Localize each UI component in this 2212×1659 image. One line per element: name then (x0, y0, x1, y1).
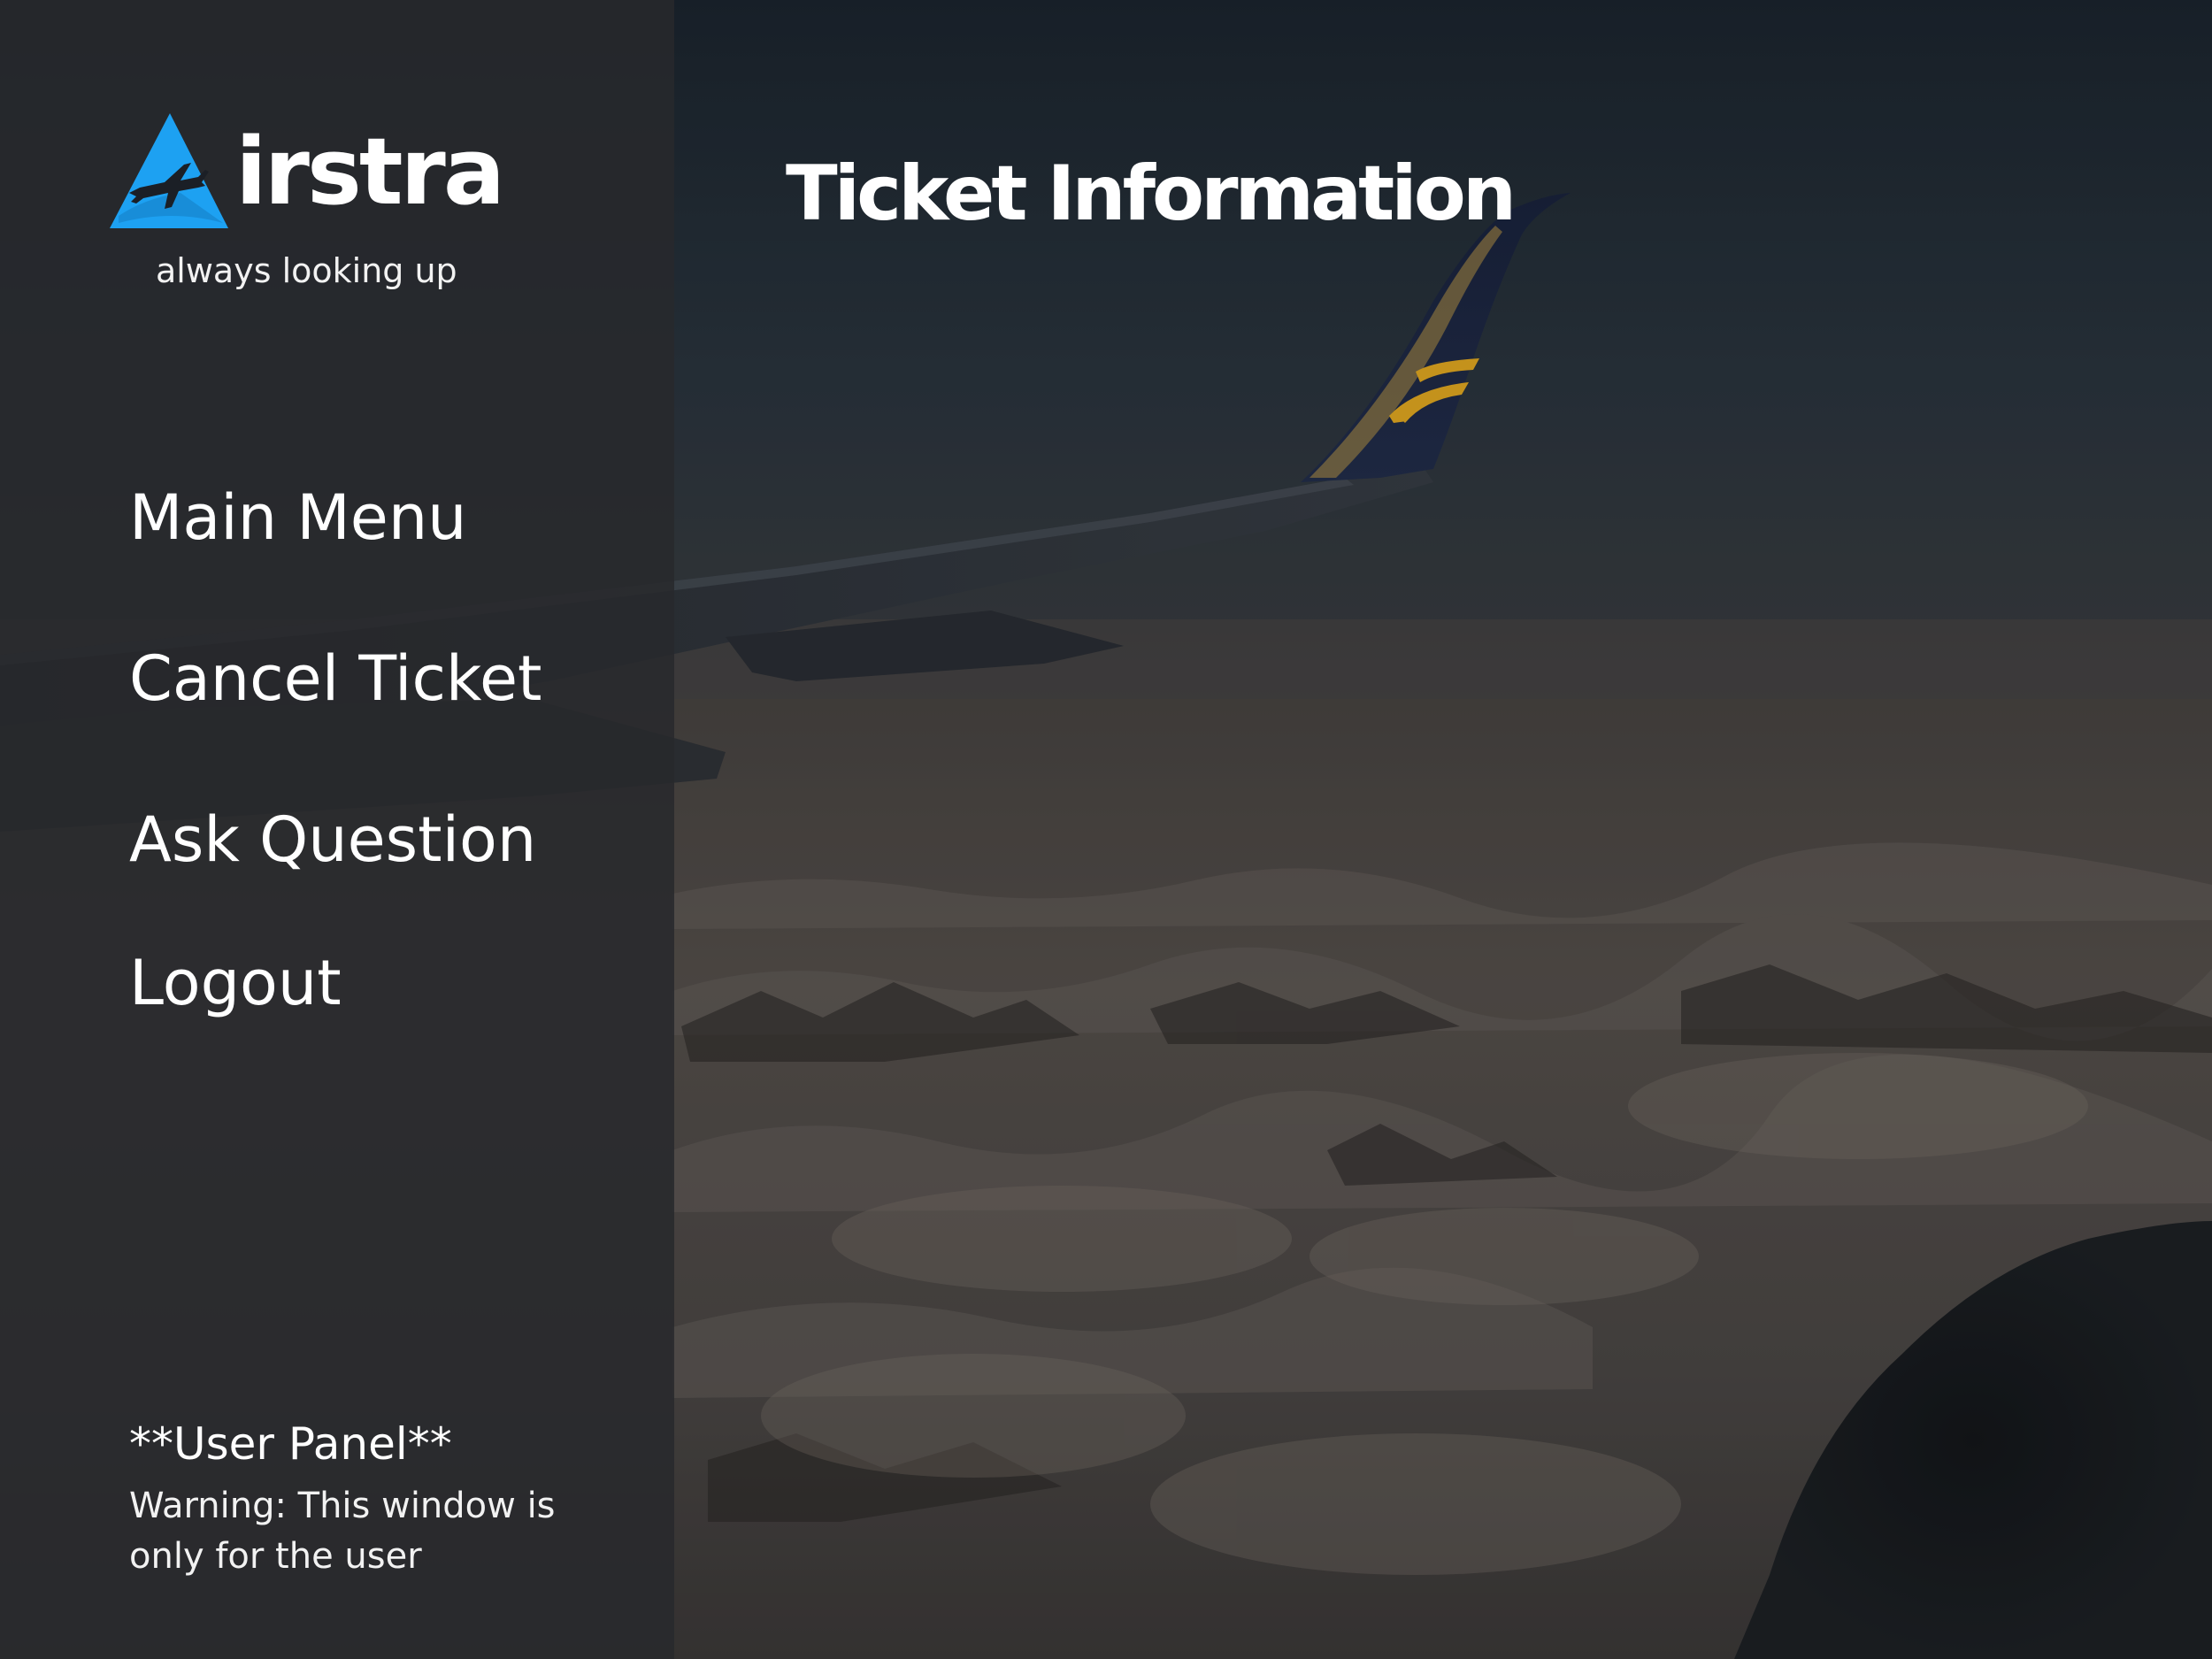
sidebar-item-logout[interactable]: Logout (129, 943, 660, 1023)
user-panel-title: **User Panel** (129, 1418, 452, 1470)
brand-name: irstra (235, 118, 505, 226)
airplane-triangle-icon (110, 113, 228, 228)
sidebar-item-ask-question[interactable]: Ask Question (129, 800, 660, 879)
sidebar-nav: Main Menu Cancel Ticket Ask Question Log… (129, 478, 660, 1023)
brand-logo: irstra (110, 111, 505, 235)
page-title: Ticket Information (786, 150, 1517, 238)
brand-tagline: always looking up (156, 251, 457, 290)
sidebar: irstra always looking up Main Menu Cance… (0, 0, 674, 1659)
user-panel-note: **User Panel** Warning: This window is o… (129, 1416, 625, 1582)
sidebar-item-cancel-ticket[interactable]: Cancel Ticket (129, 639, 660, 718)
user-panel-warning: Warning: This window is only for the use… (129, 1486, 556, 1577)
sidebar-item-main-menu[interactable]: Main Menu (129, 478, 660, 557)
